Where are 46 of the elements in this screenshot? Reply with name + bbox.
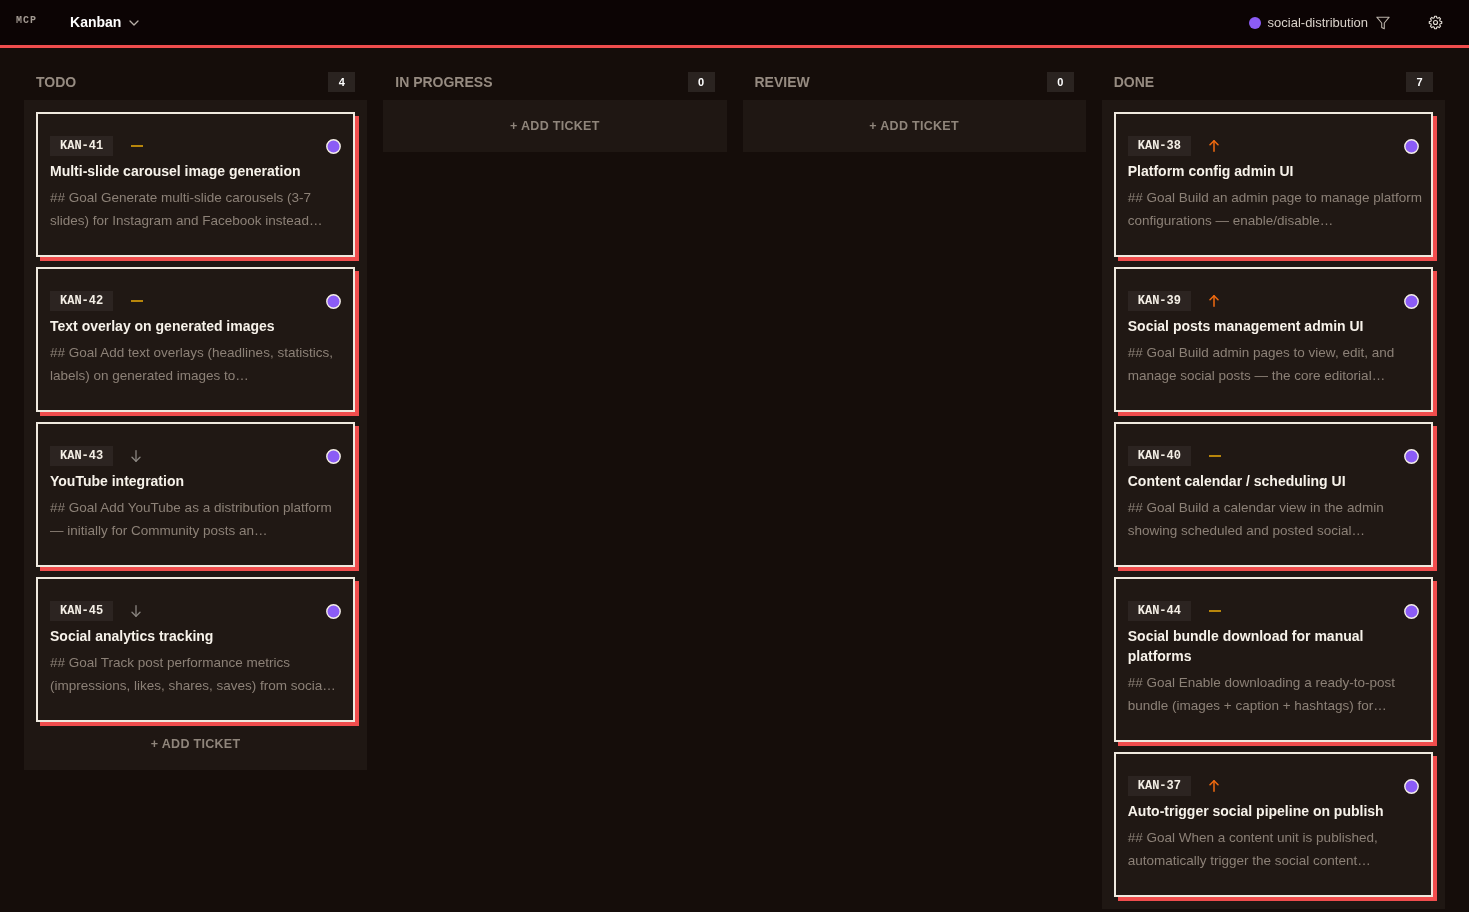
ticket-description: ## Goal Add YouTube as a distribution platform — initially for Community posts an… xyxy=(50,499,333,540)
ticket-title: Social analytics tracking xyxy=(50,627,215,646)
column-title: REVIEW xyxy=(754,72,810,92)
filter-icon xyxy=(1376,15,1390,30)
ticket-id: KAN-44 xyxy=(1127,601,1191,621)
view-dropdown[interactable]: Kanban xyxy=(70,10,140,35)
add-ticket-button[interactable]: + ADD TICKET xyxy=(395,112,715,140)
ticket-id: KAN-39 xyxy=(1127,291,1191,311)
ticket-id: KAN-37 xyxy=(1127,776,1191,796)
logo-text: MCP xyxy=(16,14,37,28)
add-ticket-button[interactable]: + ADD TICKET xyxy=(36,730,356,758)
ticket-title: Content calendar / scheduling UI xyxy=(1127,472,1347,491)
ticket-description: ## Goal Track post performance metrics (impressions, likes, shares, saves) from socia… xyxy=(50,654,337,695)
ticket-title: Auto-trigger social pipeline on publish xyxy=(1127,802,1385,821)
column-title: IN PROGRESS xyxy=(395,72,493,92)
ticket-id: KAN-38 xyxy=(1127,136,1191,156)
ticket-description: ## Goal When a content unit is published, automatically trigger the social content… xyxy=(1127,829,1379,870)
ticket-description: ## Goal Build a calendar view in the admin showing scheduled and posted social… xyxy=(1127,499,1385,540)
ticket-title: Text overlay on generated images xyxy=(50,317,276,336)
ticket-title: Multi-slide carousel image generation xyxy=(50,162,302,181)
project-selector[interactable]: social-distribution xyxy=(1248,10,1368,35)
settings-icon xyxy=(1428,15,1443,30)
dot-icon xyxy=(1248,16,1261,29)
ticket-id: KAN-45 xyxy=(50,601,114,621)
ticket-description: ## Goal Generate multi-slide carousels (3-7 slides) for Instagram and Facebook instead… xyxy=(50,189,324,230)
ticket-description: ## Goal Build an admin page to manage platform configurations — enable/disable… xyxy=(1127,189,1423,230)
ticket-count: 0 xyxy=(687,72,715,92)
ticket-description: ## Goal Build admin pages to view, edit, and manage social posts — the core editorial… xyxy=(1127,344,1396,385)
settings-button[interactable] xyxy=(1426,13,1445,32)
ticket-count: 0 xyxy=(1046,72,1074,92)
column-title: TODO xyxy=(36,72,77,92)
ticket-id: KAN-41 xyxy=(50,136,114,156)
caret-icon xyxy=(129,19,140,26)
ticket-id: KAN-42 xyxy=(50,291,114,311)
ticket-title: YouTube integration xyxy=(50,472,186,491)
column-title: DONE xyxy=(1113,72,1155,92)
add-ticket-button[interactable]: + ADD TICKET xyxy=(754,112,1074,140)
ticket-title: Social bundle download for manual platforms xyxy=(1127,627,1365,666)
ticket-count: 7 xyxy=(1406,72,1433,92)
ticket-title: Social posts management admin UI xyxy=(1127,317,1365,336)
ticket-id: KAN-43 xyxy=(50,446,114,466)
ticket-title: Platform config admin UI xyxy=(1127,162,1295,181)
ticket-count: 4 xyxy=(328,72,356,92)
ticket-description: ## Goal Add text overlays (headlines, statistics, labels) on generated images to… xyxy=(50,344,334,385)
ticket-id: KAN-40 xyxy=(1127,446,1191,466)
ticket-description: ## Goal Enable downloading a ready-to-post bundle (images + caption + hashtags) for… xyxy=(1127,674,1396,715)
